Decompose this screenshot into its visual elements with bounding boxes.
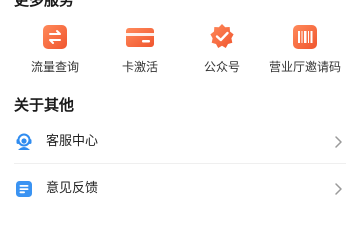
chevron-right-icon	[335, 183, 342, 195]
about-section-title: 关于其他	[14, 96, 75, 114]
feedback-icon	[16, 181, 32, 197]
service-label: 营业厅邀请码	[268, 60, 341, 74]
feedback-row[interactable]: 意见反馈	[0, 167, 360, 211]
chevron-right-icon	[335, 136, 342, 148]
service-invite-code[interactable]: 营业厅邀请码	[260, 22, 350, 82]
traffic-query-icon	[43, 25, 67, 49]
customer-service-label: 客服中心	[46, 134, 99, 149]
customer-service-icon	[16, 133, 32, 150]
services-page: 更多服务 流量查询 卡激活 公众号 营业厅邀请码 关于其他 客服中心 意见反馈	[0, 0, 360, 209]
more-services-grid: 流量查询 卡激活 公众号 营业厅邀请码	[0, 22, 360, 82]
customer-service-row[interactable]: 客服中心	[0, 120, 360, 164]
invite-code-icon	[293, 25, 317, 49]
row-divider	[14, 163, 346, 164]
official-account-badge-icon	[210, 24, 234, 48]
card-activation-icon	[126, 28, 154, 47]
more-services-title: 更多服务	[14, 0, 75, 9]
feedback-label: 意见反馈	[46, 181, 99, 196]
